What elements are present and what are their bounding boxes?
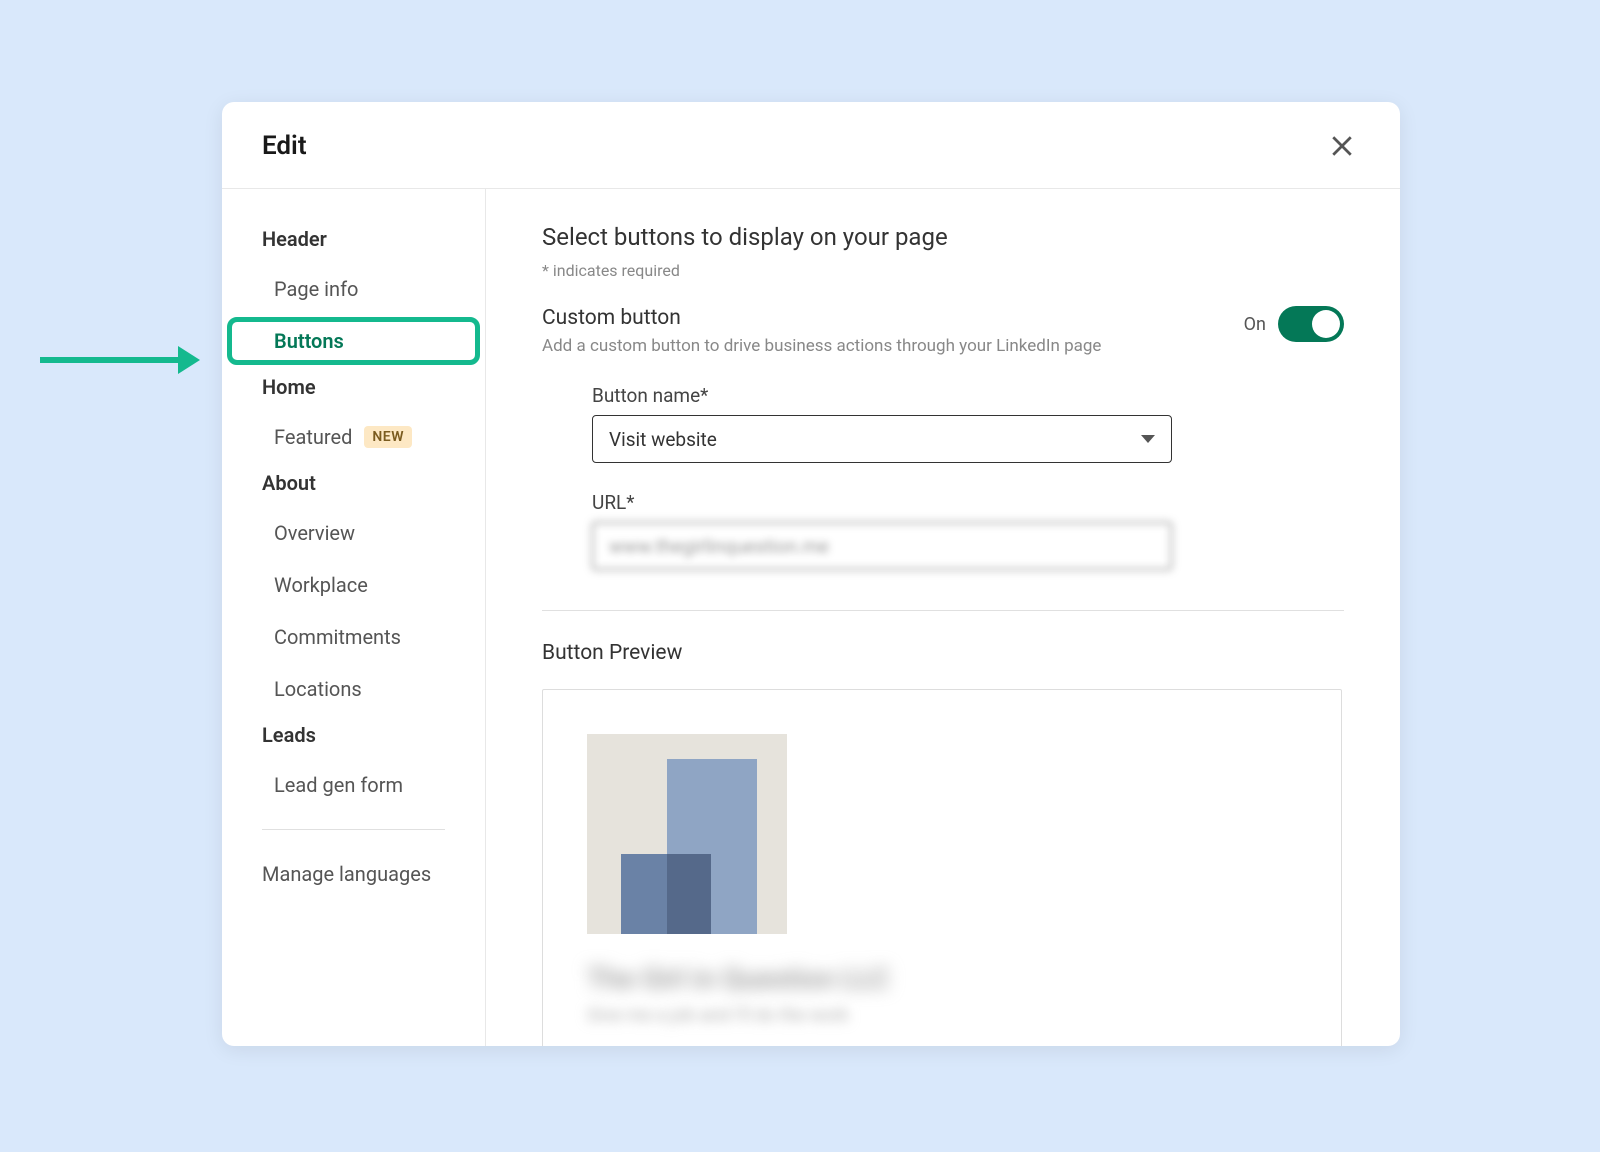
sidebar-item-label: Page info (274, 277, 358, 301)
sidebar-item-label: Overview (274, 521, 355, 545)
modal-body: Header Page info Buttons Home Featured N… (222, 189, 1400, 1046)
sidebar-item-label: Buttons (274, 329, 344, 353)
close-icon (1327, 131, 1357, 161)
section-divider (542, 610, 1344, 611)
url-field: URL* (592, 491, 1172, 570)
sidebar-item-label: Commitments (274, 625, 401, 649)
modal-header: Edit (222, 102, 1400, 189)
sidebar-item-lead-gen-form[interactable]: Lead gen form (222, 759, 485, 811)
new-badge: NEW (364, 426, 412, 448)
sidebar-item-locations[interactable]: Locations (222, 663, 485, 715)
annotation-arrow (40, 346, 200, 374)
sidebar-item-label: Lead gen form (274, 773, 403, 797)
sidebar-item-overview[interactable]: Overview (222, 507, 485, 559)
sidebar-item-buttons[interactable]: Buttons (222, 315, 485, 367)
sidebar-item-label: Manage languages (262, 862, 431, 886)
custom-button-row: Custom button Add a custom button to dri… (542, 306, 1344, 356)
toggle-state-label: On (1244, 314, 1266, 335)
sidebar-item-featured[interactable]: Featured NEW (222, 411, 485, 463)
url-input[interactable] (592, 522, 1172, 570)
nav-section-about: About (222, 463, 485, 503)
custom-button-toggle-control: On (1244, 306, 1344, 342)
nav-section-leads: Leads (222, 715, 485, 755)
sidebar-item-label: Locations (274, 677, 362, 701)
sidebar-item-manage-languages[interactable]: Manage languages (222, 848, 485, 900)
sidebar[interactable]: Header Page info Buttons Home Featured N… (222, 189, 486, 1046)
custom-button-toggle[interactable] (1278, 306, 1344, 342)
main-content[interactable]: Select buttons to display on your page *… (486, 189, 1400, 1046)
caret-down-icon (1141, 435, 1155, 443)
preview-company-sub: Give me a job and I'll do the work (587, 1005, 1297, 1026)
button-preview-title: Button Preview (542, 641, 1344, 665)
close-button[interactable] (1324, 128, 1360, 164)
edit-modal: Edit Header Page info Buttons Home Featu… (222, 102, 1400, 1046)
sidebar-item-label: Featured (274, 425, 352, 449)
custom-button-title: Custom button (542, 306, 1244, 330)
nav-section-home: Home (222, 367, 485, 407)
button-name-field: Button name* Visit website (592, 384, 1172, 463)
button-name-value: Visit website (609, 428, 1141, 451)
modal-title: Edit (262, 131, 307, 161)
toggle-knob (1312, 310, 1340, 338)
url-label: URL* (592, 491, 1172, 514)
company-logo-placeholder (587, 734, 787, 934)
sidebar-item-label: Workplace (274, 573, 368, 597)
button-name-label: Button name* (592, 384, 1172, 407)
sidebar-item-workplace[interactable]: Workplace (222, 559, 485, 611)
button-name-select[interactable]: Visit website (592, 415, 1172, 463)
button-preview-card: The Girl in Question LLC Give me a job a… (542, 689, 1342, 1046)
nav-section-header: Header (222, 219, 485, 259)
main-heading: Select buttons to display on your page (542, 223, 1344, 251)
sidebar-item-commitments[interactable]: Commitments (222, 611, 485, 663)
sidebar-divider (262, 829, 445, 830)
custom-button-description: Add a custom button to drive business ac… (542, 336, 1244, 356)
preview-company-name: The Girl in Question LLC (587, 962, 1297, 995)
required-note: * indicates required (542, 261, 1344, 280)
sidebar-item-page-info[interactable]: Page info (222, 263, 485, 315)
